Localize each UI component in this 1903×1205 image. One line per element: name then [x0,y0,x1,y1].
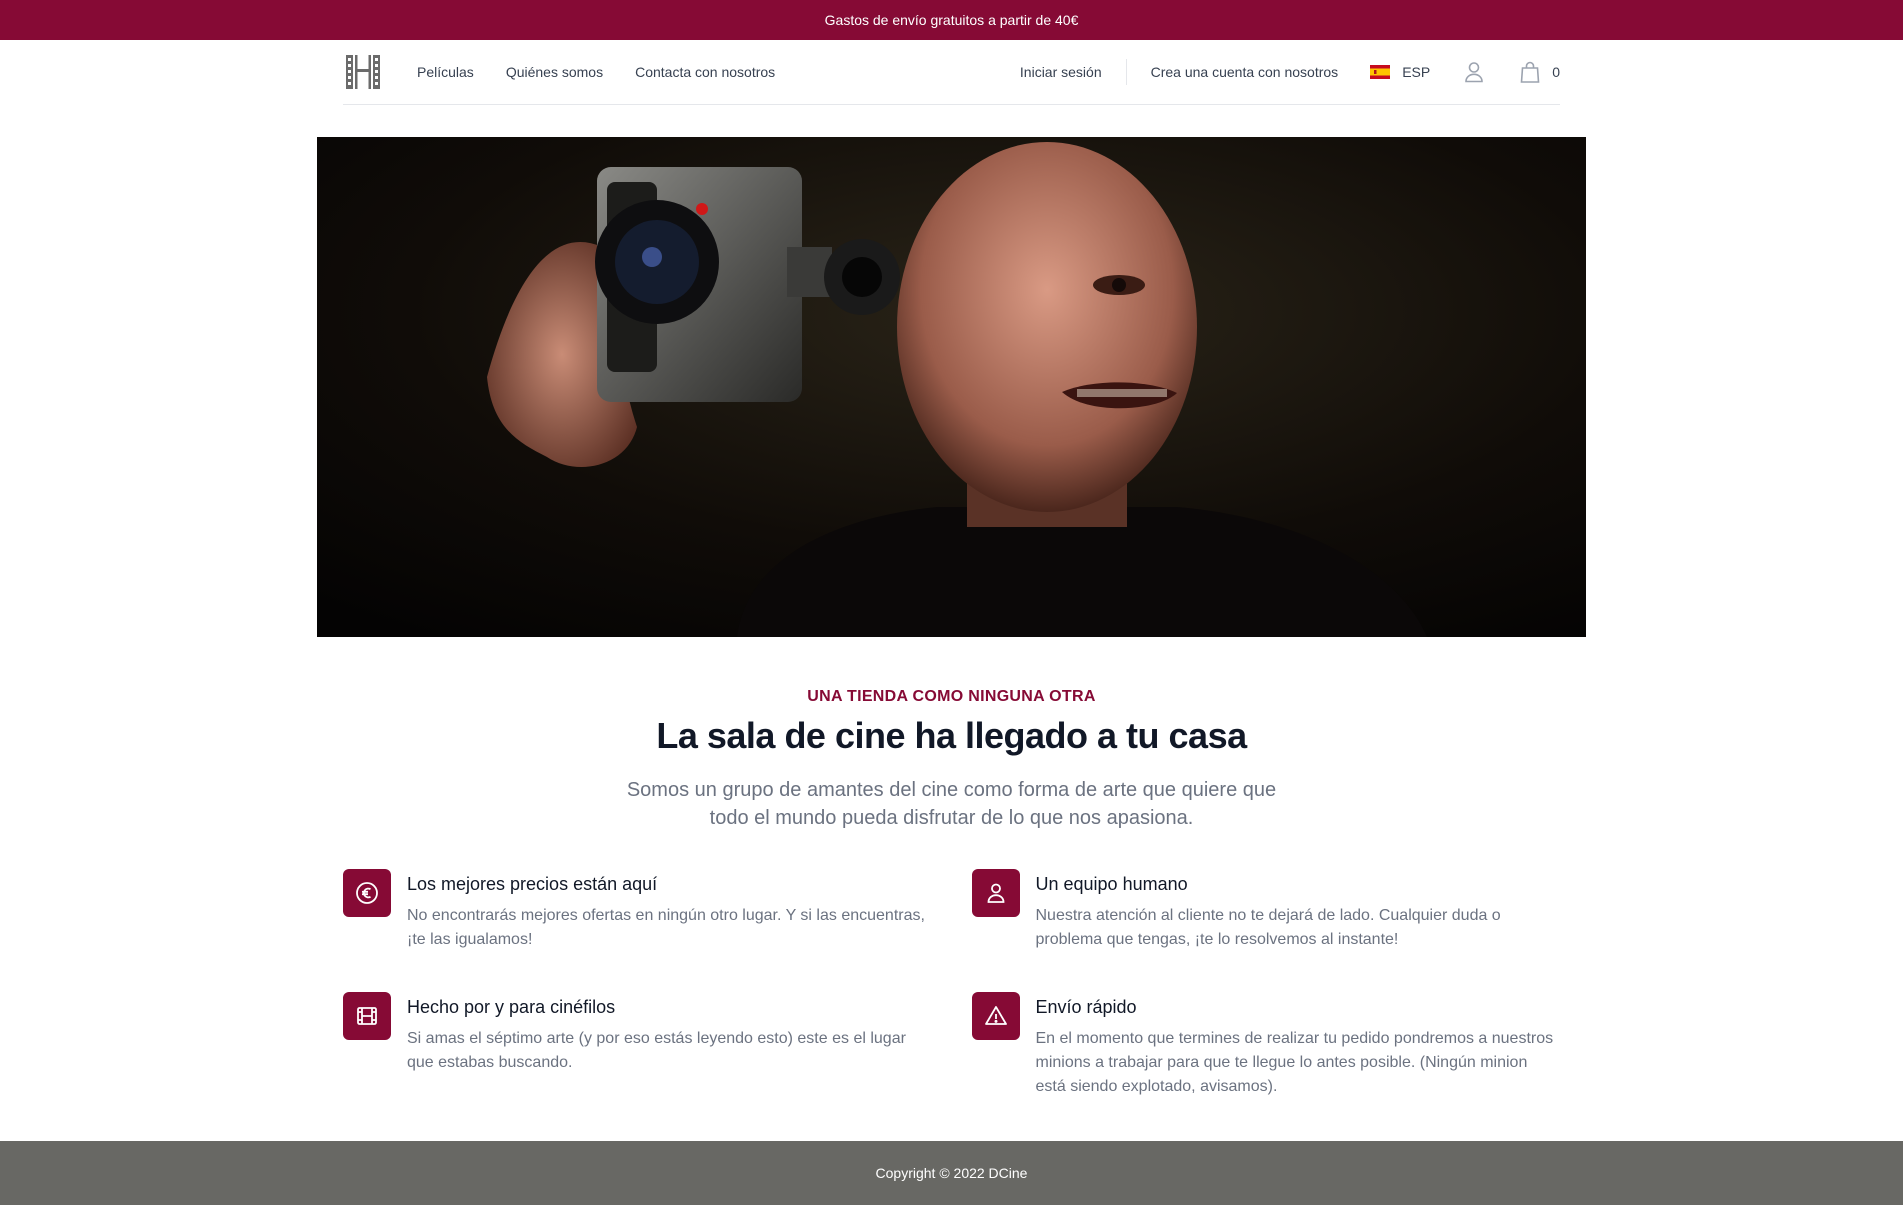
feature-item: Hecho por y para cinéfilos Si amas el sé… [343,992,932,1099]
copyright-text: Copyright © 2022 DCine [875,1165,1028,1181]
hero-image [317,137,1586,637]
promo-text: Gastos de envío gratuitos a partir de 40… [824,12,1079,28]
feature-description: En el momento que termines de realizar t… [1035,1030,1554,1095]
nav-link-quienes-somos[interactable]: Quiénes somos [506,64,603,80]
feature-item: Un equipo humano Nuestra atención al cli… [971,869,1561,952]
user-icon [971,869,1020,917]
film-icon [343,992,391,1040]
warning-triangle-icon [971,992,1020,1040]
login-link[interactable]: Iniciar sesión [1020,64,1102,80]
page-title: La sala de cine ha llegado a tu casa [656,715,1247,756]
main-nav: Películas Quiénes somos Contacta con nos… [417,64,775,80]
site-header: Películas Quiénes somos Contacta con nos… [343,40,1560,105]
intro-lead: Somos un grupo de amantes del cine como … [626,779,1277,829]
feature-description: Si amas el séptimo arte (y por eso estás… [407,1030,906,1071]
site-footer: Copyright © 2022 DCine [0,1141,1903,1205]
nav-link-contacto[interactable]: Contacta con nosotros [635,64,775,80]
cart-button[interactable]: 0 [1520,61,1560,83]
nav-link-peliculas[interactable]: Películas [417,64,474,80]
feature-item: Envío rápido En el momento que termines … [971,992,1561,1099]
feature-title: Hecho por y para cinéfilos [407,997,616,1017]
feature-item: Los mejores precios están aquí No encont… [343,869,932,952]
feature-title: Los mejores precios están aquí [407,874,658,894]
promo-banner: Gastos de envío gratuitos a partir de 40… [0,0,1903,40]
features-grid: Los mejores precios están aquí No encont… [343,869,1560,1099]
user-icon[interactable] [1464,61,1484,83]
cart-count: 0 [1552,64,1560,80]
register-link[interactable]: Crea una cuenta con nosotros [1151,64,1339,80]
spain-flag-icon [1370,65,1391,79]
language-code: ESP [1402,64,1431,80]
header-actions: Iniciar sesión Crea una cuenta con nosot… [1020,40,1560,104]
feature-description: Nuestra atención al cliente no te dejará… [1035,907,1501,948]
section-eyebrow: UNA TIENDA COMO NINGUNA OTRA [807,688,1096,705]
feature-title: Un equipo humano [1035,874,1188,894]
account-links: Iniciar sesión Crea una cuenta con nosot… [1020,59,1338,85]
shopping-bag-icon [1520,61,1540,83]
feature-title: Envío rápido [1035,997,1137,1017]
divider [1125,59,1127,85]
euro-icon [343,869,391,917]
film-strip-logo-icon[interactable] [343,52,383,92]
feature-description: No encontrarás mejores ofertas en ningún… [407,907,925,948]
language-selector[interactable]: ESP [1370,64,1430,80]
